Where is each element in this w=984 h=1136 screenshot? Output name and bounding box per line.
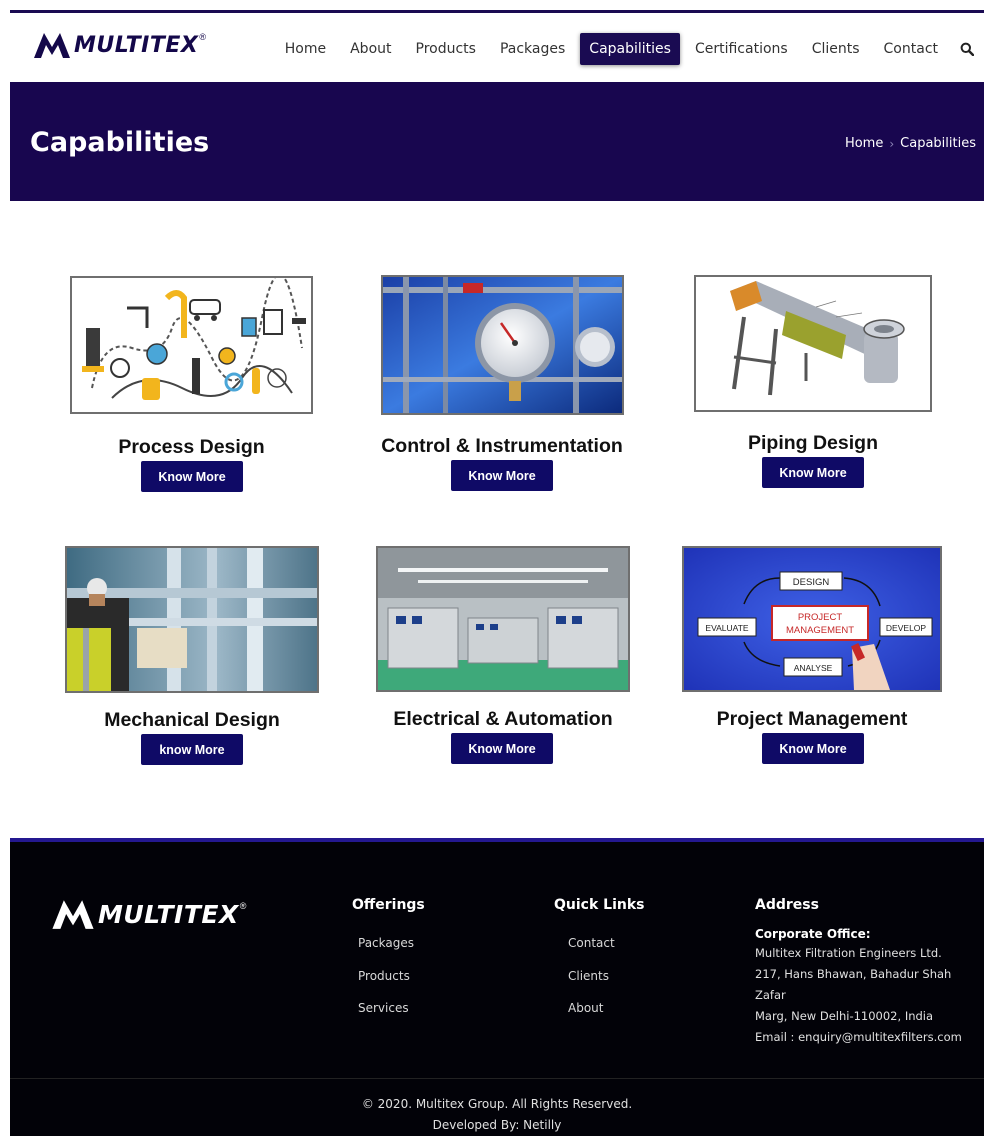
search-icon[interactable] bbox=[960, 42, 974, 56]
breadcrumb-home-link[interactable]: Home bbox=[845, 136, 883, 151]
footer-link-products[interactable]: Products bbox=[358, 960, 425, 993]
piping-design-know-more-button[interactable]: Know More bbox=[762, 457, 864, 488]
process-design-title: Process Design bbox=[118, 436, 265, 458]
project-management-cycle-diagram-icon: DESIGN EVALUATE DEVELOP PROJECT MANAGEME… bbox=[684, 548, 940, 690]
mechanical-design-title: Mechanical Design bbox=[104, 709, 280, 731]
project-management-image[interactable]: DESIGN EVALUATE DEVELOP PROJECT MANAGEME… bbox=[682, 546, 942, 692]
breadcrumb-current: Capabilities bbox=[900, 136, 976, 151]
nav-certifications[interactable]: Certifications bbox=[686, 33, 797, 65]
diagram-analyse-label: ANALYSE bbox=[794, 663, 833, 673]
nav-about[interactable]: About bbox=[341, 33, 400, 65]
nav-clients[interactable]: Clients bbox=[803, 33, 869, 65]
main-nav: Home About Products Packages Capabilitie… bbox=[273, 33, 974, 65]
diagram-center-line2: MANAGEMENT bbox=[786, 625, 854, 636]
mechanical-design-know-more-button[interactable]: know More bbox=[141, 734, 243, 765]
site-header: MULTITEX ® Home About Products Packages … bbox=[10, 10, 984, 82]
control-instrumentation-image[interactable] bbox=[381, 275, 624, 415]
industrial-plant-photo-icon bbox=[67, 548, 317, 691]
footer-address: Address Corporate Office: Multitex Filtr… bbox=[755, 897, 981, 1048]
process-design-illustration-icon bbox=[72, 278, 311, 412]
nav-capabilities[interactable]: Capabilities bbox=[580, 33, 680, 65]
footer-quick-links: Quick Links Contact Clients About bbox=[554, 897, 644, 1025]
footer-brand-name: MULTITEX bbox=[98, 899, 239, 929]
footer-link-about[interactable]: About bbox=[568, 992, 644, 1025]
footer-offerings: Offerings Packages Products Services bbox=[352, 897, 425, 1025]
pressure-gauge-photo-icon bbox=[383, 277, 622, 413]
diagram-develop-label: DEVELOP bbox=[886, 623, 926, 633]
multitex-logo-mark-icon bbox=[34, 33, 70, 58]
piping-design-title: Piping Design bbox=[747, 432, 878, 454]
electrical-automation-title: Electrical & Automation bbox=[393, 708, 613, 730]
nav-products[interactable]: Products bbox=[407, 33, 485, 65]
brand-registered-mark: ® bbox=[199, 32, 206, 42]
process-design-image[interactable] bbox=[70, 276, 313, 414]
control-instrumentation-title: Control & Instrumentation bbox=[381, 435, 623, 457]
control-panel-room-photo-icon bbox=[378, 548, 628, 690]
footer-copyright: © 2020. Multitex Group. All Rights Reser… bbox=[361, 1097, 633, 1111]
diagram-center-line1: PROJECT bbox=[798, 612, 843, 623]
brand-name: MULTITEX bbox=[74, 32, 199, 58]
footer-brand-registered-mark: ® bbox=[239, 901, 247, 911]
footer-copyright-block: © 2020. Multitex Group. All Rights Reser… bbox=[10, 1094, 984, 1136]
footer-divider bbox=[10, 1078, 984, 1079]
footer-office-label: Corporate Office: bbox=[755, 927, 871, 941]
footer-link-contact[interactable]: Contact bbox=[568, 927, 644, 960]
nav-home[interactable]: Home bbox=[276, 33, 335, 65]
footer-quick-links-heading: Quick Links bbox=[554, 897, 645, 913]
pipe-assembly-illustration-icon bbox=[696, 277, 930, 410]
footer-link-clients[interactable]: Clients bbox=[568, 960, 644, 993]
brand-logo[interactable]: MULTITEX ® bbox=[32, 31, 206, 59]
breadcrumb-separator: › bbox=[889, 136, 895, 151]
footer-link-packages[interactable]: Packages bbox=[358, 927, 425, 960]
piping-design-image[interactable] bbox=[694, 275, 932, 412]
site-footer: MULTITEX ® Offerings Packages Products S… bbox=[10, 838, 984, 1136]
footer-address-line: Marg, New Delhi-110002, India bbox=[755, 1009, 934, 1023]
footer-brand-logo[interactable]: MULTITEX ® bbox=[50, 898, 246, 930]
breadcrumb: Home › Capabilities bbox=[845, 136, 976, 151]
project-management-know-more-button[interactable]: Know More bbox=[762, 733, 864, 764]
page-title-banner: Capabilities Home › Capabilities bbox=[10, 82, 984, 201]
process-design-know-more-button[interactable]: Know More bbox=[141, 461, 243, 492]
footer-address-line: Multitex Filtration Engineers Ltd. bbox=[755, 946, 942, 960]
footer-address-heading: Address bbox=[755, 897, 819, 913]
diagram-design-label: DESIGN bbox=[793, 577, 830, 588]
mechanical-design-image[interactable] bbox=[65, 546, 319, 693]
nav-packages[interactable]: Packages bbox=[491, 33, 574, 65]
multitex-logo-mark-icon bbox=[52, 900, 94, 929]
diagram-evaluate-label: EVALUATE bbox=[705, 623, 748, 633]
footer-link-services[interactable]: Services bbox=[358, 992, 425, 1025]
footer-developed-by[interactable]: Developed By: Netilly bbox=[10, 1115, 984, 1136]
footer-email[interactable]: Email : enquiry@multitexfilters.com bbox=[755, 1027, 981, 1048]
footer-address-line: 217, Hans Bhawan, Bahadur Shah Zafar bbox=[755, 967, 952, 1002]
control-instrumentation-know-more-button[interactable]: Know More bbox=[451, 460, 553, 491]
electrical-automation-know-more-button[interactable]: Know More bbox=[451, 733, 553, 764]
electrical-automation-image[interactable] bbox=[376, 546, 630, 692]
nav-contact[interactable]: Contact bbox=[875, 33, 947, 65]
project-management-title: Project Management bbox=[716, 708, 908, 730]
page: MULTITEX ® Home About Products Packages … bbox=[10, 10, 984, 1136]
page-title: Capabilities bbox=[30, 127, 210, 158]
footer-offerings-heading: Offerings bbox=[352, 897, 425, 913]
